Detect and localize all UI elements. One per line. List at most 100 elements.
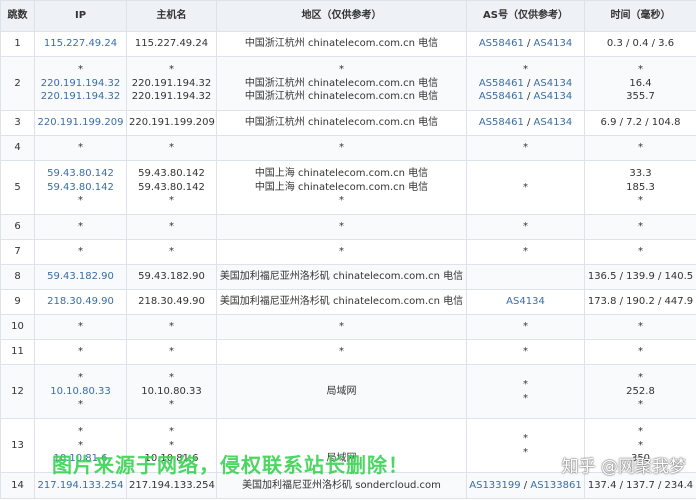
as-cell: * (466, 339, 585, 365)
hostname-cell: 59.43.182.90 (126, 264, 217, 290)
time-text: 136.5 / 139.9 / 140.5 (587, 271, 694, 283)
table-row: 10 * * * * * (0, 314, 696, 340)
hop-number: 10 (11, 321, 24, 333)
ip-link[interactable]: 220.191.194.32 (37, 77, 124, 91)
as-separator: / (523, 77, 534, 89)
as-separator: / (523, 117, 534, 129)
hostname-cell: 220.191.199.209 (126, 110, 217, 136)
table-body: 1 115.227.49.24 115.227.49.24 中国浙江杭州 chinat… (0, 31, 696, 499)
time-text: * (638, 346, 643, 358)
hop-number: 11 (11, 346, 24, 358)
region-text: 局域网 (326, 385, 357, 397)
as-cell: * (466, 160, 585, 215)
ip-link[interactable]: 115.227.49.24 (37, 37, 124, 51)
hop-cell: 9 (0, 289, 35, 315)
as-line: * (469, 245, 582, 259)
as-link[interactable]: AS58461 (479, 38, 524, 49)
ip-link[interactable]: 220.191.194.32 (37, 90, 124, 104)
hop-cell: 4 (0, 135, 35, 161)
as-link[interactable]: AS4134 (506, 296, 545, 307)
region-text: 中国浙江杭州 chinatelecom.com.cn 电信 (244, 38, 439, 50)
hop-cell: 6 (0, 214, 35, 240)
as-link[interactable]: AS4134 (534, 117, 573, 128)
hop-number: 12 (11, 385, 24, 397)
region-cell: * (216, 339, 467, 365)
as-link[interactable]: AS4134 (534, 78, 573, 89)
time-cell: * 16.4 355.7 (584, 56, 696, 111)
hostname-text: * (169, 399, 174, 411)
as-line: * (469, 345, 582, 359)
hop-number: 5 (14, 181, 21, 193)
region-cell: * (216, 314, 467, 340)
hostname-text: 220.191.194.32 (131, 91, 212, 103)
time-text: * (638, 426, 643, 438)
as-link[interactable]: AS4134 (534, 91, 573, 102)
table-row: 6 * * * * * (0, 214, 696, 240)
hop-cell: 13 (0, 418, 35, 473)
ip-link[interactable]: 59.43.182.90 (37, 270, 124, 284)
ip-link[interactable]: 10.10.80.33 (37, 385, 124, 399)
hostname-cell: 218.30.49.90 (126, 289, 217, 315)
region-text (219, 425, 464, 439)
time-text: 252.8 (626, 385, 655, 397)
as-cell: AS4134 (466, 289, 585, 315)
as-text: * (523, 392, 528, 404)
time-text: 33.3 (629, 168, 652, 180)
hop-number: 9 (14, 296, 21, 308)
hop-number: 6 (14, 221, 21, 233)
hostname-text: * (169, 221, 174, 233)
watermark-text: 图片来源于网络，侵权联系站长删除！ (52, 453, 409, 477)
region-text: 中国浙江杭州 chinatelecom.com.cn 电信 (244, 77, 439, 89)
time-cell: * (584, 214, 696, 240)
region-cell: * (216, 239, 467, 265)
region-cell: 美国加利福尼亚州洛杉矶 chinatelecom.com.cn 电信 (216, 264, 467, 290)
ip-link[interactable]: 59.43.80.142 (37, 181, 124, 195)
region-cell: 局域网 (216, 364, 467, 419)
as-cell: AS58461 / AS4134 (466, 110, 585, 136)
time-text: * (638, 321, 643, 333)
hop-number: 4 (14, 142, 21, 154)
ip-cell: * (34, 239, 127, 265)
time-text: * (638, 221, 643, 233)
as-link[interactable]: AS4134 (534, 38, 573, 49)
as-link[interactable]: AS133199 (469, 480, 520, 491)
hop-number: 8 (14, 271, 21, 283)
ip-link[interactable]: 220.191.199.209 (37, 116, 124, 130)
hop-cell: 2 (0, 56, 35, 111)
ip-cell: * 10.10.80.33 * (34, 364, 127, 419)
region-cell: * (216, 135, 467, 161)
as-link[interactable]: AS58461 (479, 117, 524, 128)
hostname-text: 220.191.194.32 (131, 77, 212, 89)
ip-cell: * 220.191.194.32 220.191.194.32 (34, 56, 127, 111)
as-link[interactable]: AS133861 (530, 480, 581, 491)
as-line: AS133199 / AS133861 (469, 479, 582, 493)
time-cell: 0.3 / 0.4 / 3.6 (584, 31, 696, 57)
hostname-text: * (169, 64, 174, 76)
table-row: 5 59.43.80.142 59.43.80.142 * 59.43.80.142 59… (0, 160, 696, 215)
time-text: 173.8 / 190.2 / 447.9 (587, 296, 694, 308)
as-link[interactable]: AS58461 (479, 78, 524, 89)
region-text: 中国浙江杭州 chinatelecom.com.cn 电信 (244, 117, 439, 129)
table-row: 2 * 220.191.194.32 220.191.194.32 * 220.191.1… (0, 56, 696, 111)
as-text: * (523, 446, 528, 458)
hostname-text: 59.43.80.142 (138, 181, 205, 193)
region-text: * (339, 195, 344, 207)
hostname-cell: * (126, 135, 217, 161)
header-time: 时间（毫秒） (584, 0, 696, 32)
ip-link[interactable]: 218.30.49.90 (37, 295, 124, 309)
region-text: * (339, 64, 344, 76)
as-separator: / (520, 479, 531, 491)
as-link[interactable]: AS58461 (479, 91, 524, 102)
ip-link[interactable]: 217.194.133.254 (37, 479, 124, 493)
ip-cell: 115.227.49.24 (34, 31, 127, 57)
header-hostname: 主机名 (126, 0, 217, 32)
region-text: 美国加利福尼亚州洛杉矶 chinatelecom.com.cn 电信 (219, 271, 464, 283)
hop-number: 2 (14, 77, 21, 89)
hostname-text: * (169, 426, 174, 438)
time-text: * (638, 399, 643, 411)
as-text: * (523, 221, 528, 233)
header-hop: 跳数 (0, 0, 35, 32)
ip-text: * (78, 346, 83, 358)
ip-link[interactable]: 59.43.80.142 (37, 167, 124, 181)
time-cell: 136.5 / 139.9 / 140.5 (584, 264, 696, 290)
